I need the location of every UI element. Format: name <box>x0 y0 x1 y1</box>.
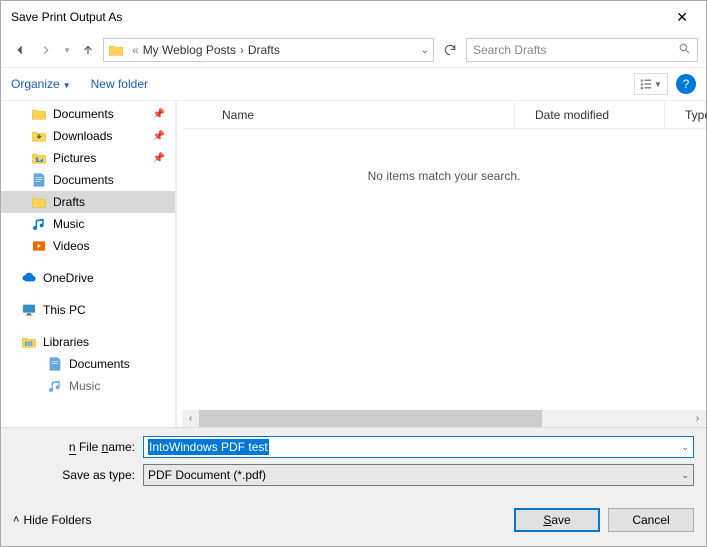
save-button[interactable]: Save <box>514 508 600 532</box>
tree-item-thispc[interactable]: This PC <box>1 299 175 321</box>
new-folder-button[interactable]: New folder <box>91 77 148 91</box>
footer: ˄ Hide Folders Save Cancel <box>1 500 706 546</box>
saveastype-value: PDF Document (*.pdf) <box>148 468 266 482</box>
tree-item-documents[interactable]: Documents📌 <box>1 103 175 125</box>
search-placeholder: Search Drafts <box>473 43 678 57</box>
tree-item-onedrive[interactable]: OneDrive <box>1 267 175 289</box>
column-headers: Name Date modified Type <box>182 101 706 129</box>
tree-item-downloads[interactable]: Downloads📌 <box>1 125 175 147</box>
chevron-down-icon[interactable]: ⌄ <box>421 45 429 56</box>
folder-icon <box>108 42 124 58</box>
refresh-button[interactable] <box>438 38 462 62</box>
scroll-thumb[interactable] <box>199 410 542 427</box>
chevron-up-icon: ˄ <box>13 514 19 526</box>
breadcrumb-seg[interactable]: My Weblog Posts <box>143 43 236 57</box>
filename-input[interactable]: IntoWindows PDF test ⌄ <box>143 436 694 458</box>
breadcrumb-sep: « <box>132 43 139 57</box>
view-options-button[interactable]: ▼ <box>634 73 668 95</box>
tree-item-videos[interactable]: Videos <box>1 235 175 257</box>
folder-tree[interactable]: Documents📌 Downloads📌 Pictures📌 Document… <box>1 101 176 427</box>
file-list[interactable]: No items match your search. <box>182 129 706 410</box>
horizontal-scrollbar[interactable]: ‹ › <box>182 410 706 427</box>
content-pane: Name Date modified Type No items match y… <box>182 101 706 427</box>
column-name[interactable]: Name <box>202 101 515 128</box>
filename-label: n File name:File name: <box>13 440 143 454</box>
column-type[interactable]: Type <box>665 101 706 128</box>
saveastype-label: Save as type: <box>13 468 143 482</box>
column-date[interactable]: Date modified <box>515 101 665 128</box>
tree-item-music[interactable]: Music <box>1 213 175 235</box>
search-icon <box>678 42 691 58</box>
window-title: Save Print Output As <box>11 10 668 24</box>
saveastype-select[interactable]: PDF Document (*.pdf) ⌄ <box>143 464 694 486</box>
tree-item-documents2[interactable]: Documents <box>1 169 175 191</box>
tree-item-lib-documents[interactable]: Documents <box>1 353 175 375</box>
tree-item-pictures[interactable]: Pictures📌 <box>1 147 175 169</box>
tree-item-drafts[interactable]: Drafts <box>1 191 175 213</box>
view-icon <box>640 78 652 90</box>
main-area: Documents📌 Downloads📌 Pictures📌 Document… <box>1 101 706 427</box>
save-form: n File name:File name: IntoWindows PDF t… <box>1 427 706 500</box>
forward-button[interactable] <box>35 39 57 61</box>
empty-message: No items match your search. <box>368 169 521 183</box>
help-button[interactable]: ? <box>676 74 696 94</box>
nav-bar: ▾ « My Weblog Posts › Drafts ⌄ Search Dr… <box>1 33 706 67</box>
breadcrumb-seg[interactable]: Drafts <box>248 43 280 57</box>
recent-dropdown-icon[interactable]: ▾ <box>61 39 73 61</box>
tree-item-libraries[interactable]: Libraries <box>1 331 175 353</box>
hide-folders-button[interactable]: ˄ Hide Folders <box>13 513 91 527</box>
pin-icon: 📌 <box>153 153 165 164</box>
search-input[interactable]: Search Drafts <box>466 38 698 62</box>
pin-icon: 📌 <box>153 131 165 142</box>
up-button[interactable] <box>77 39 99 61</box>
chevron-down-icon: ▼ <box>654 80 662 89</box>
chevron-down-icon[interactable]: ⌄ <box>681 442 689 453</box>
scroll-right-icon[interactable]: › <box>689 410 706 427</box>
scroll-left-icon[interactable]: ‹ <box>182 410 199 427</box>
title-bar: Save Print Output As ✕ <box>1 1 706 33</box>
scroll-track[interactable] <box>199 410 689 427</box>
filename-value: IntoWindows PDF test <box>148 439 269 455</box>
address-bar[interactable]: « My Weblog Posts › Drafts ⌄ <box>103 38 434 62</box>
organize-menu[interactable]: Organize▼ <box>11 77 71 91</box>
cancel-button[interactable]: Cancel <box>608 508 694 532</box>
close-icon[interactable]: ✕ <box>668 5 696 30</box>
chevron-right-icon: › <box>240 43 244 57</box>
pin-icon: 📌 <box>153 109 165 120</box>
tree-item-lib-music[interactable]: Music <box>1 375 175 397</box>
toolbar: Organize▼ New folder ▼ ? <box>1 67 706 101</box>
chevron-down-icon[interactable]: ⌄ <box>681 470 689 481</box>
back-button[interactable] <box>9 39 31 61</box>
chevron-down-icon: ▼ <box>63 81 71 90</box>
